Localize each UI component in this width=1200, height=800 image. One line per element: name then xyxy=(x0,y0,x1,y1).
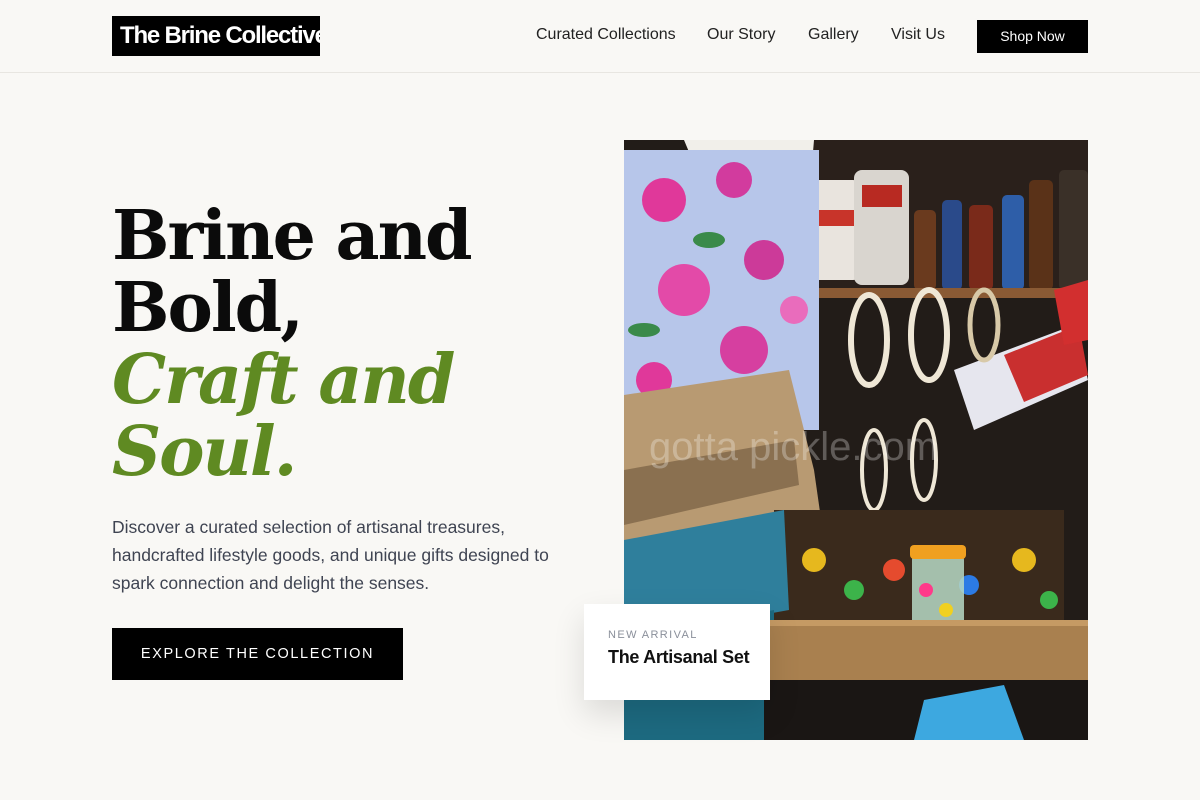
hero-headline: Brine and Bold, Craft and Soul. xyxy=(112,200,582,488)
headline-accent-line-2: Soul. xyxy=(112,412,297,492)
shop-now-button[interactable]: Shop Now xyxy=(977,20,1088,53)
brand-logo[interactable]: The Brine Collective xyxy=(112,16,320,56)
nav-visit-us[interactable]: Visit Us xyxy=(891,26,945,44)
headline-accent-line-1: Craft and xyxy=(112,340,455,420)
hero-description: Discover a curated selection of artisana… xyxy=(112,517,549,593)
nav-curated-collections[interactable]: Curated Collections xyxy=(536,26,676,44)
site-header: The Brine Collective Curated Collections… xyxy=(0,0,1200,73)
nav-gallery[interactable]: Gallery xyxy=(808,26,859,44)
headline-line-1: Brine and xyxy=(112,196,473,276)
card-eyebrow: NEW ARRIVAL xyxy=(608,629,698,641)
image-watermark: gotta pickle.com xyxy=(649,425,938,469)
headline-line-2: Bold, xyxy=(112,268,304,348)
nav-our-story[interactable]: Our Story xyxy=(707,26,775,44)
explore-collection-button[interactable]: EXPLORE THE COLLECTION xyxy=(112,628,403,680)
card-title: The Artisanal Set xyxy=(608,647,750,667)
new-arrival-card[interactable]: NEW ARRIVAL The Artisanal Set xyxy=(584,604,770,700)
